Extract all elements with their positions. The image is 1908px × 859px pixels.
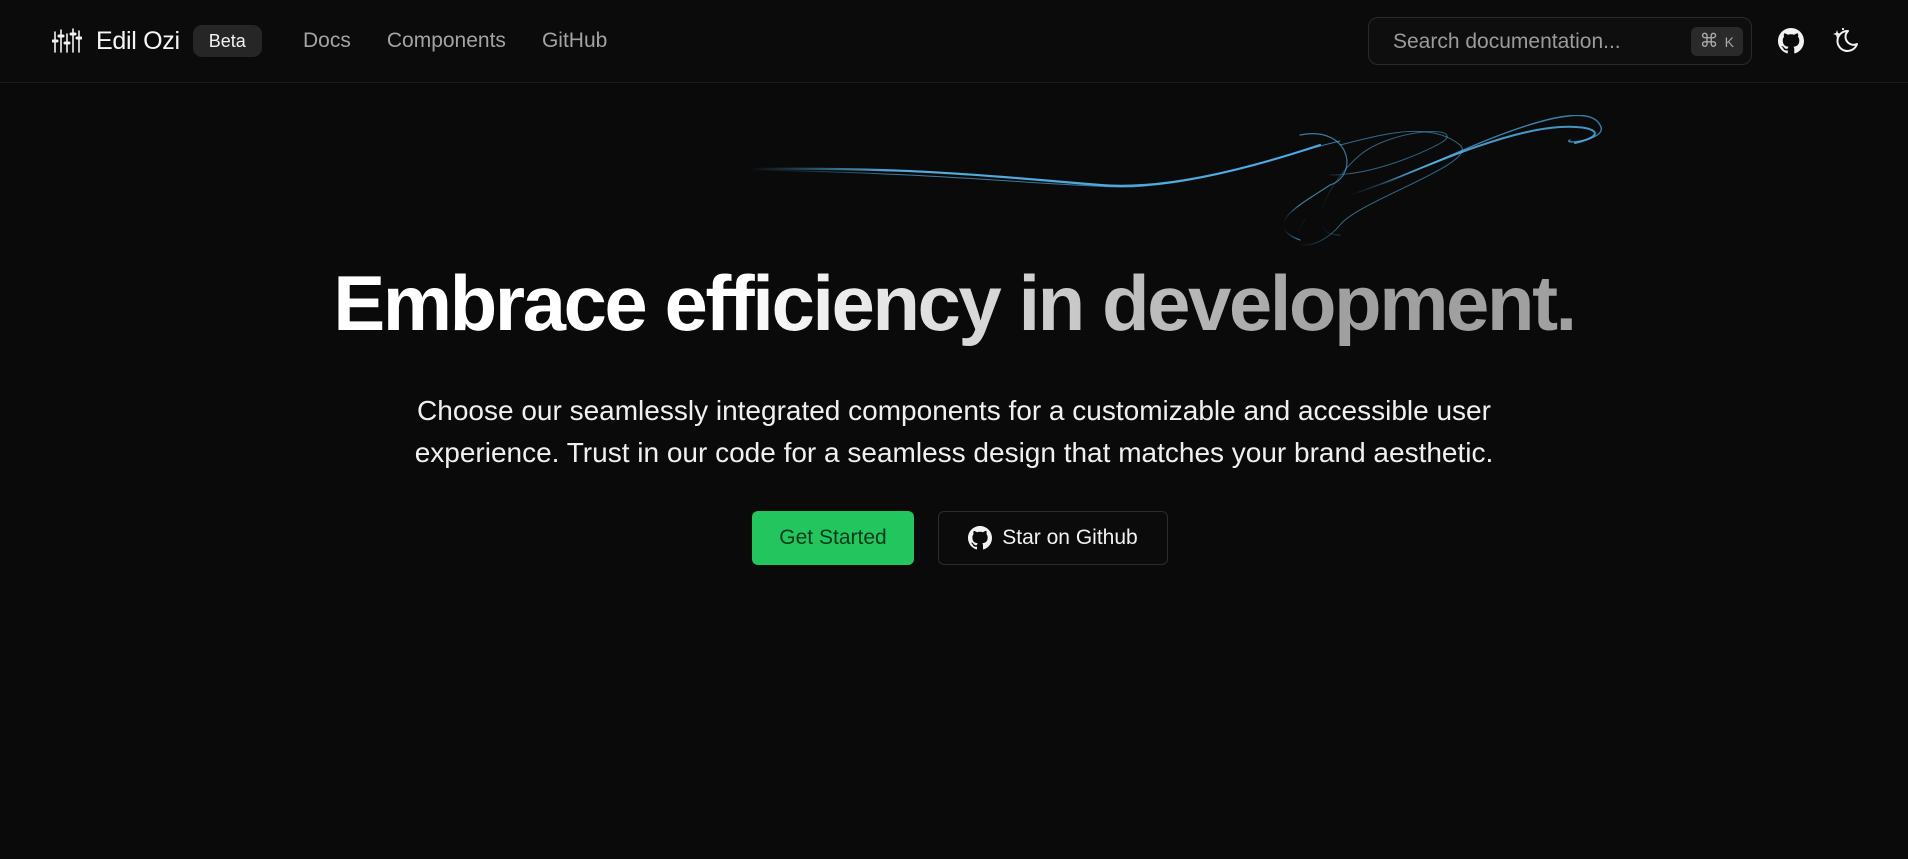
main-nav: Docs Components GitHub — [303, 27, 607, 55]
github-icon — [968, 526, 993, 550]
hero-subtitle-line-1: Choose our seamlessly integrated compone… — [417, 395, 1491, 426]
brand-name: Edil Ozi — [96, 26, 180, 55]
decorative-swirl — [748, 115, 1602, 246]
hero-subtitle-line-2: experience. Trust in our code for a seam… — [414, 437, 1494, 468]
moon-stars-icon — [1833, 27, 1858, 52]
shortcut-key: K — [1724, 33, 1734, 50]
nav-components-link[interactable]: Components — [387, 27, 506, 55]
brand[interactable]: Edil Ozi Beta — [52, 22, 262, 60]
search-placeholder: Search documentation... — [1393, 30, 1621, 53]
top-navigation-bar: Edil Ozi Beta Docs Components GitHub Sea… — [0, 0, 1908, 83]
hero-subtitle: Choose our seamlessly integrated compone… — [354, 390, 1554, 474]
star-on-github-label: Star on Github — [1002, 526, 1138, 549]
search-shortcut: ⌘ K — [1690, 27, 1743, 56]
get-started-button[interactable]: Get Started — [752, 511, 914, 565]
theme-toggle-button[interactable] — [1830, 25, 1862, 57]
command-key-icon: ⌘ — [1699, 31, 1719, 52]
star-on-github-button[interactable]: Star on Github — [938, 511, 1168, 565]
github-icon — [1778, 28, 1804, 54]
equalizer-logo-icon — [52, 28, 82, 53]
hero-title: Embrace efficiency in development. — [0, 258, 1908, 348]
search-input[interactable]: Search documentation... ⌘ K — [1368, 17, 1752, 65]
nav-docs-link[interactable]: Docs — [303, 27, 351, 55]
nav-github-link[interactable]: GitHub — [542, 27, 607, 55]
beta-badge: Beta — [192, 25, 262, 57]
github-button[interactable] — [1775, 25, 1807, 57]
